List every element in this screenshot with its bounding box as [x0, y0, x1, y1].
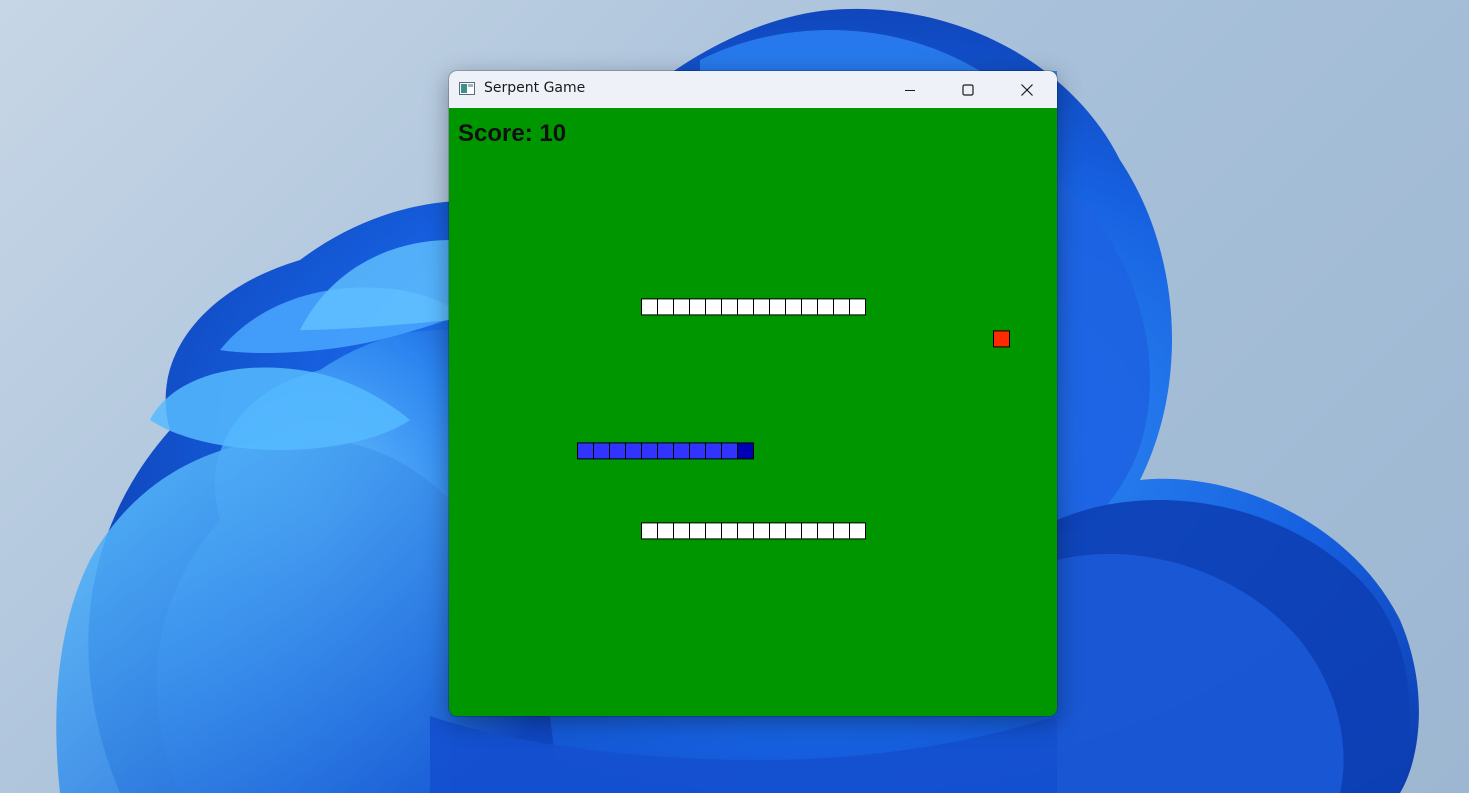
title-bar[interactable]: Serpent Game: [449, 71, 1057, 108]
wall-segment: [657, 298, 674, 316]
minimize-button[interactable]: [881, 71, 939, 108]
wall-segment: [785, 522, 802, 540]
game-canvas[interactable]: Score: 10: [449, 108, 1057, 716]
snake-head: [737, 442, 754, 460]
wall-segment: [849, 522, 866, 540]
game-window: Serpent Game Score: 10: [449, 71, 1057, 716]
maximize-button[interactable]: [939, 71, 997, 108]
wall-segment: [769, 522, 786, 540]
wall-segment: [705, 522, 722, 540]
wall-segment: [801, 298, 818, 316]
wall-segment: [705, 298, 722, 316]
wall-segment: [657, 522, 674, 540]
snake-segment: [641, 442, 658, 460]
snake-segment: [625, 442, 642, 460]
wall-segment: [817, 522, 834, 540]
food-item: [993, 330, 1010, 348]
wall-segment: [673, 522, 690, 540]
snake-segment: [705, 442, 722, 460]
wall-segment: [785, 298, 802, 316]
wall-segment: [721, 522, 738, 540]
wall-segment: [641, 298, 658, 316]
snake-segment: [673, 442, 690, 460]
close-icon: [1021, 83, 1033, 96]
wall-segment: [737, 522, 754, 540]
wall-segment: [673, 298, 690, 316]
snake-segment: [609, 442, 626, 460]
score-label: Score: 10: [458, 120, 567, 147]
app-window-icon: [459, 82, 475, 95]
wall-segment: [641, 522, 658, 540]
snake-segment: [577, 442, 594, 460]
snake-segment: [721, 442, 738, 460]
wall-segment: [769, 298, 786, 316]
wall-segment: [849, 298, 866, 316]
snake-segment: [593, 442, 610, 460]
snake-segment: [689, 442, 706, 460]
minimize-icon: [905, 89, 915, 91]
wall-segment: [753, 522, 770, 540]
maximize-icon: [962, 83, 974, 96]
window-title: Serpent Game: [484, 80, 586, 96]
wall-segment: [833, 522, 850, 540]
wall-segment: [753, 298, 770, 316]
game-board: [577, 298, 1010, 540]
desktop: Serpent Game Score: 10: [0, 0, 1469, 793]
wall-segment: [721, 298, 738, 316]
close-button[interactable]: [997, 71, 1057, 108]
wall-segment: [801, 522, 818, 540]
wall-segment: [689, 522, 706, 540]
wall-segment: [737, 298, 754, 316]
wall-segment: [817, 298, 834, 316]
wall-segment: [689, 298, 706, 316]
snake-segment: [657, 442, 674, 460]
wall-segment: [833, 298, 850, 316]
